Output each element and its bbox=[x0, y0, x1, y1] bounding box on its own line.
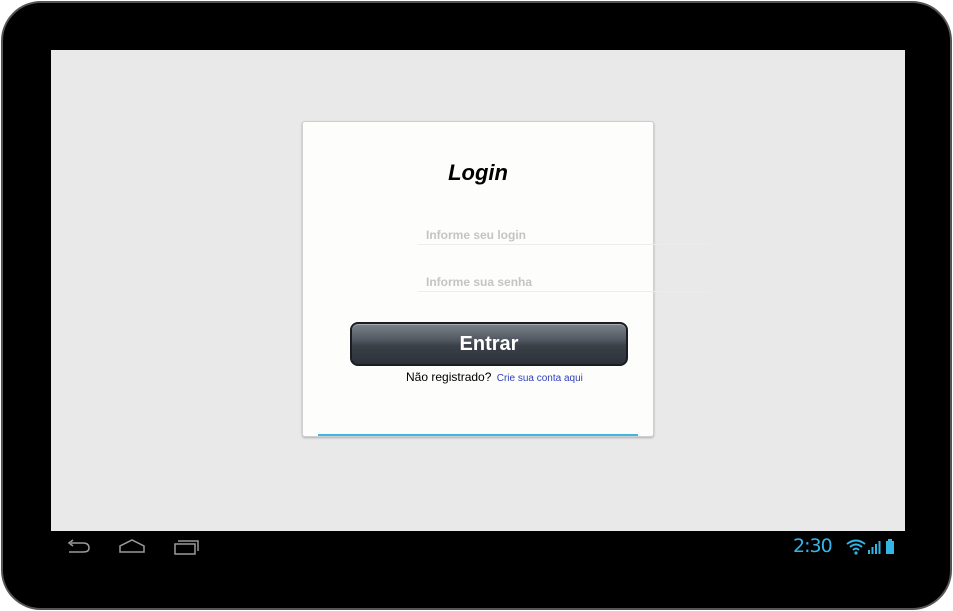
login-title: Login bbox=[448, 160, 508, 185]
status-clock: 2:30 bbox=[793, 535, 833, 557]
app-screen: Login Entrar Não registrado? Crie sua co… bbox=[51, 50, 905, 531]
create-account-link[interactable]: Crie sua conta aqui bbox=[497, 373, 583, 384]
entrar-button[interactable]: Entrar bbox=[350, 322, 628, 366]
login-card: Login Entrar Não registrado? Crie sua co… bbox=[302, 121, 709, 437]
signal-icon bbox=[867, 539, 881, 560]
system-navigation-bar: 2:30 bbox=[51, 531, 905, 562]
register-row: Não registrado? Crie sua conta aqui bbox=[406, 370, 583, 384]
register-prompt: Não registrado? bbox=[406, 370, 492, 384]
wifi-icon bbox=[846, 539, 866, 560]
back-icon[interactable] bbox=[63, 537, 93, 557]
password-input-underline bbox=[418, 291, 709, 292]
battery-icon bbox=[885, 539, 895, 560]
home-icon[interactable] bbox=[117, 537, 147, 557]
focused-text-field[interactable] bbox=[318, 406, 638, 436]
recent-apps-icon[interactable] bbox=[171, 537, 201, 557]
login-input-underline bbox=[418, 244, 709, 245]
